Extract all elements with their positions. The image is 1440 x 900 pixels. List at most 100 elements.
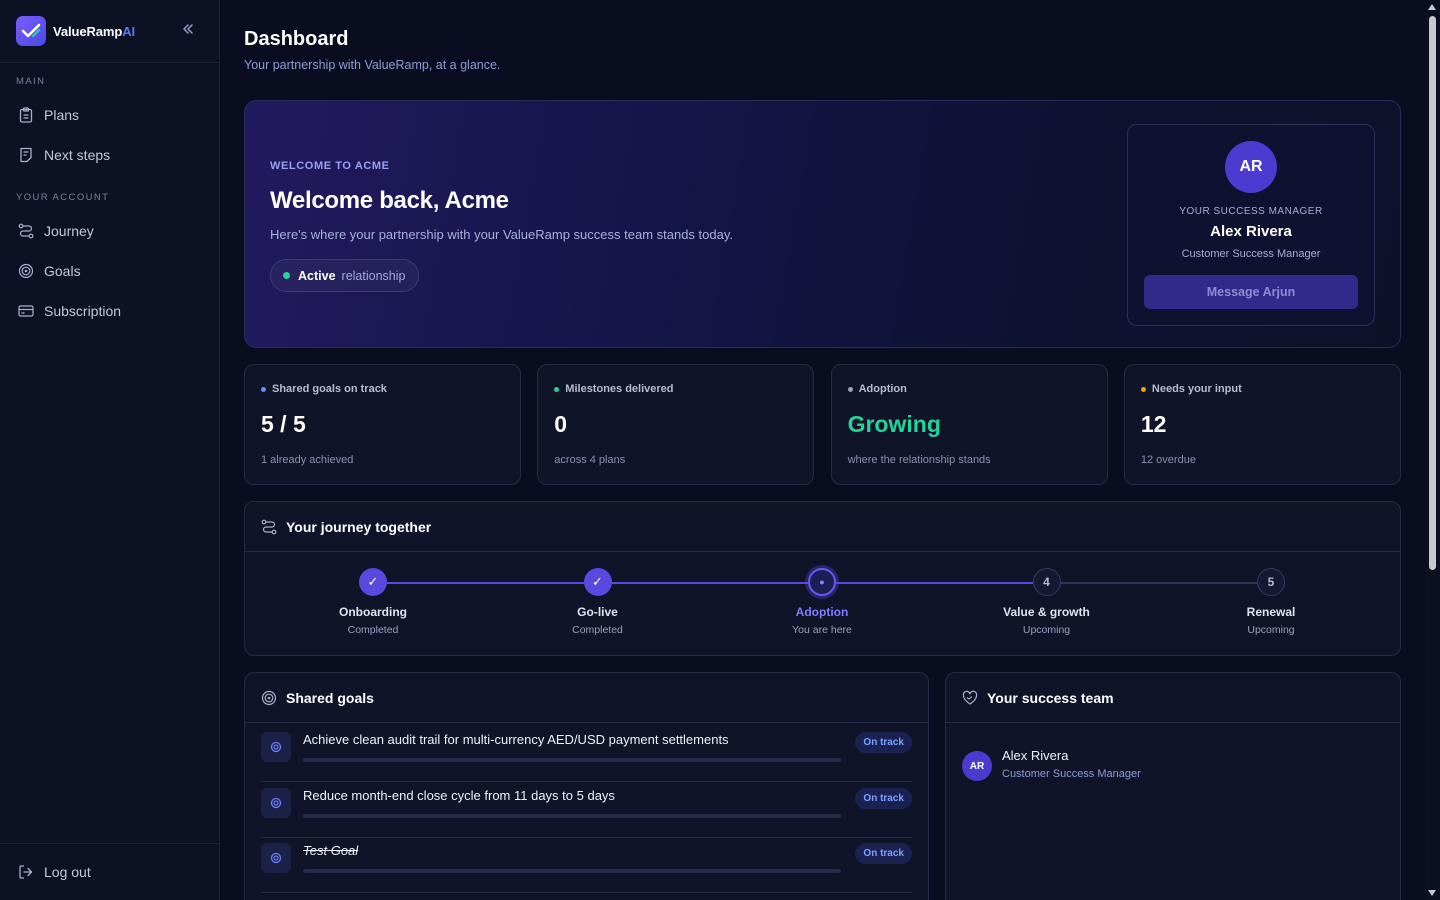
- sidebar-item-next-steps[interactable]: Next steps: [0, 135, 219, 175]
- journey-card: Your journey together ✓ Onboarding Complet…: [244, 501, 1401, 656]
- hero-title: Welcome back, Acme: [270, 187, 509, 214]
- target-icon: [261, 690, 277, 706]
- stat-label: Shared goals on track: [261, 383, 387, 395]
- step-status: Upcoming: [1022, 624, 1071, 636]
- status-suffix: relationship: [341, 268, 406, 283]
- team-header: Your success team: [946, 673, 1400, 723]
- logo-icon: [16, 16, 46, 46]
- journey-step: 5 Renewal Upcoming: [1191, 568, 1351, 636]
- brand-header: ValueRampAI: [0, 0, 219, 63]
- sidebar-item-label: Subscription: [44, 303, 122, 319]
- collapse-sidebar-icon[interactable]: [181, 22, 195, 40]
- stat-caption: where the relationship stands: [847, 454, 991, 466]
- step-status: Upcoming: [1247, 624, 1295, 636]
- step-status: You are here: [792, 624, 852, 636]
- stat-dot: [1140, 386, 1146, 392]
- stat-card: Milestones delivered 0 across 4 plans: [537, 364, 815, 485]
- shared-goals-card: Shared goals Achieve clean audit trail f…: [244, 672, 929, 900]
- stat-caption: 1 already achieved: [261, 454, 354, 466]
- heart-handshake-icon: [962, 690, 978, 706]
- sidebar-item-subscription[interactable]: Subscription: [0, 291, 219, 331]
- manager-eyebrow: YOUR SUCCESS MANAGER: [1179, 206, 1323, 217]
- sidebar-item-label: Journey: [44, 223, 94, 239]
- avatar: AR: [962, 751, 992, 781]
- goal-title: Reduce month-end close cycle from 11 day…: [303, 787, 615, 803]
- divider: [261, 892, 912, 893]
- target-icon: [18, 263, 34, 279]
- card-icon: [18, 303, 34, 319]
- hero-eyebrow: WELCOME TO ACME: [270, 160, 390, 172]
- goal-progress-bar: [303, 813, 841, 818]
- stat-card: Shared goals on track 5 / 5 1 already achi…: [244, 364, 521, 485]
- avatar: AR: [1225, 141, 1277, 193]
- stat-label: Adoption: [847, 383, 907, 395]
- sidebar-item-label: Goals: [44, 263, 81, 279]
- step-status: Completed: [572, 624, 623, 636]
- page-subtitle: Your partnership with ValueRamp, at a gl…: [244, 58, 501, 72]
- sidebar-item-journey[interactable]: Journey: [0, 211, 219, 251]
- goal-progress-bar: [303, 758, 841, 762]
- goal-progress-bar: [303, 869, 841, 873]
- status-label: Active: [298, 268, 336, 283]
- journey-title: Your journey together: [286, 518, 432, 535]
- team-member-role: Customer Success Manager: [1002, 768, 1141, 780]
- step-marker: 4: [1032, 568, 1061, 596]
- stat-value: Growing: [847, 411, 941, 437]
- stat-label: Milestones delivered: [554, 383, 674, 395]
- sidebar-item-label: Plans: [44, 107, 80, 123]
- step-marker: ●: [808, 568, 836, 596]
- sidebar-item-label: Next steps: [44, 147, 111, 163]
- target-icon: [261, 732, 291, 762]
- checklist-icon: [18, 147, 34, 163]
- goals-header: Shared goals: [245, 673, 928, 723]
- status-badge: On track: [855, 843, 912, 864]
- journey-header: Your journey together: [245, 502, 1400, 552]
- goal-title: Test Goal: [303, 843, 359, 858]
- goal-title: Achieve clean audit trail for multi-curr…: [303, 732, 729, 747]
- step-name: Renewal: [1246, 605, 1296, 619]
- hero-subtitle: Here's where your partnership with your …: [270, 227, 733, 242]
- stat-dot: [554, 386, 560, 392]
- target-icon: [261, 787, 291, 818]
- list-item[interactable]: Reduce month-end close cycle from 11 day…: [261, 787, 912, 851]
- step-name: Onboarding: [339, 605, 407, 619]
- page-scrollbar[interactable]: [1425, 0, 1440, 900]
- step-marker: ✓: [583, 568, 612, 596]
- target-icon: [261, 843, 291, 873]
- logout-label: Log out: [44, 864, 91, 880]
- scrollbar-thumb[interactable]: [1429, 16, 1436, 570]
- journey-step: 4 Value & growth Upcoming: [967, 568, 1127, 636]
- step-name: Go-live: [577, 605, 618, 619]
- nav-section-main: MAIN: [16, 76, 46, 87]
- stat-caption: 12 overdue: [1140, 454, 1196, 466]
- manager-role: Customer Success Manager: [1181, 248, 1321, 260]
- route-icon: [261, 519, 277, 535]
- sidebar-item-goals[interactable]: Goals: [0, 251, 219, 291]
- stat-label: Needs your input: [1140, 383, 1242, 395]
- step-status: Completed: [347, 624, 399, 636]
- scroll-down-icon[interactable]: [1428, 890, 1436, 896]
- logout-icon: [18, 864, 34, 880]
- step-name: Value & growth: [1003, 605, 1090, 619]
- stat-card: Needs your input 12 12 overdue: [1123, 364, 1401, 485]
- stats-row: Shared goals on track 5 / 5 1 already achi…: [244, 364, 1401, 485]
- sidebar: ValueRampAI MAIN Plans Next steps YOUR A…: [0, 0, 220, 900]
- scroll-up-icon[interactable]: [1428, 4, 1436, 10]
- step-name: Adoption: [795, 605, 849, 619]
- clipboard-icon: [18, 107, 34, 123]
- manager-name: Alex Rivera: [1210, 223, 1292, 240]
- team-member-name: Alex Rivera: [1002, 748, 1069, 763]
- sidebar-item-plans[interactable]: Plans: [0, 95, 219, 135]
- journey-step: ✓ Onboarding Completed: [293, 568, 453, 636]
- team-title: Your success team: [987, 689, 1114, 706]
- step-marker: 5: [1257, 568, 1285, 596]
- logout-button[interactable]: Log out: [0, 843, 219, 900]
- stat-caption: across 4 plans: [554, 454, 626, 466]
- goals-title: Shared goals: [286, 689, 374, 706]
- journey-step: ● Adoption You are here: [742, 568, 902, 636]
- message-manager-button[interactable]: Message Arjun: [1144, 275, 1358, 309]
- route-icon: [18, 223, 34, 239]
- stat-value: 12: [1140, 411, 1167, 437]
- relationship-status-pill: Active relationship: [270, 259, 420, 292]
- status-badge: On track: [855, 732, 912, 753]
